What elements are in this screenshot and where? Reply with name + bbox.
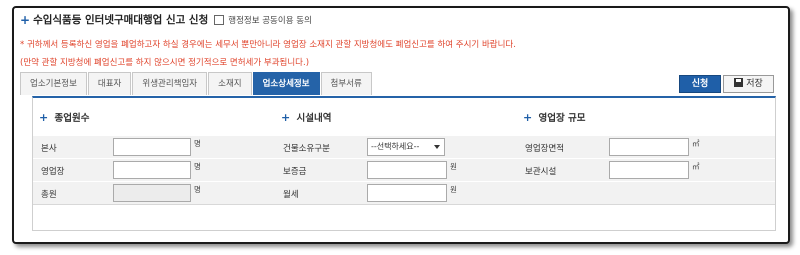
facility-section-title: + 시설내역: [281, 110, 332, 124]
plus-icon: +: [20, 12, 31, 27]
building-ownership-value: --선택하세요--: [371, 142, 420, 151]
head-office-staff-input[interactable]: [113, 138, 191, 156]
save-button-label: 저장: [746, 79, 763, 89]
workplace-label: 영업장: [41, 167, 65, 177]
monthly-rent-label: 월세: [283, 190, 299, 200]
title-row: + 수입식품등 인터넷구매대행업 신고 신청 행정정보 공동이용 동의: [20, 12, 312, 27]
head-office-label: 본사: [41, 144, 57, 154]
floor-area-input[interactable]: [609, 138, 689, 156]
tab-location[interactable]: 소재지: [208, 72, 252, 95]
tab-representative[interactable]: 대표자: [87, 72, 132, 95]
storage-facility-label: 보관시설: [525, 167, 557, 177]
plus-icon: +: [523, 111, 533, 124]
business-details-panel: + 종업원수 + 시설내역 + 영업장 규모 본사 명 영업장 명 총원 명 건…: [32, 96, 776, 231]
building-ownership-label: 건물소유구분: [283, 144, 330, 154]
plus-icon: +: [39, 111, 49, 124]
closure-notice: * 귀하께서 등록하신 영업을 폐업하고자 하실 경우에는 세무서 뿐만아니라 …: [20, 40, 516, 50]
staff-section-label: 종업원수: [54, 113, 90, 124]
monthly-rent-unit: 원: [450, 185, 457, 194]
divider: [33, 204, 775, 205]
tab-attachments[interactable]: 첨부서류: [320, 72, 372, 95]
apply-button[interactable]: 신청: [679, 75, 721, 93]
total-label: 총원: [41, 190, 57, 200]
deposit-label: 보증금: [283, 167, 307, 177]
facility-section-label: 시설내역: [296, 113, 332, 124]
deposit-unit: 원: [450, 162, 457, 171]
floor-area-unit: ㎡: [692, 139, 700, 148]
consent-checkbox[interactable]: [214, 14, 225, 25]
monthly-rent-input[interactable]: [367, 184, 447, 202]
total-unit: 명: [194, 185, 201, 194]
consent-label: 행정정보 공동이용 동의: [228, 15, 312, 26]
building-ownership-select[interactable]: --선택하세요--: [367, 138, 445, 156]
scale-section-title: + 영업장 규모: [523, 110, 586, 124]
deposit-input[interactable]: [367, 161, 447, 179]
tab-basic-info[interactable]: 업소기본정보: [20, 72, 87, 95]
total-staff-input: [113, 184, 191, 202]
save-icon: [734, 78, 744, 87]
head-office-unit: 명: [194, 139, 201, 148]
staff-section-title: + 종업원수: [39, 110, 90, 124]
workplace-staff-input[interactable]: [113, 161, 191, 179]
page-title: 수입식품등 인터넷구매대행업 신고 신청: [33, 14, 209, 26]
tab-hygiene-manager[interactable]: 위생관리책임자: [132, 72, 208, 95]
closure-notice-note: (만약 관할 지방청에 폐업신고를 하지 않으시면 정기적으로 면허세가 부과됩…: [20, 58, 310, 68]
tab-bar: 업소기본정보 대표자 위생관리책임자 소재지 업소상세정보 첨부서류: [20, 72, 373, 95]
scale-section-label: 영업장 규모: [538, 113, 586, 124]
workplace-unit: 명: [194, 162, 201, 171]
storage-facility-input[interactable]: [609, 161, 689, 179]
plus-icon: +: [281, 111, 291, 124]
storage-facility-unit: ㎡: [692, 162, 700, 171]
tab-business-details[interactable]: 업소상세정보: [252, 72, 320, 95]
save-button[interactable]: 저장: [723, 75, 774, 93]
floor-area-label: 영업장면적: [525, 144, 565, 154]
chevron-down-icon: [434, 145, 440, 149]
